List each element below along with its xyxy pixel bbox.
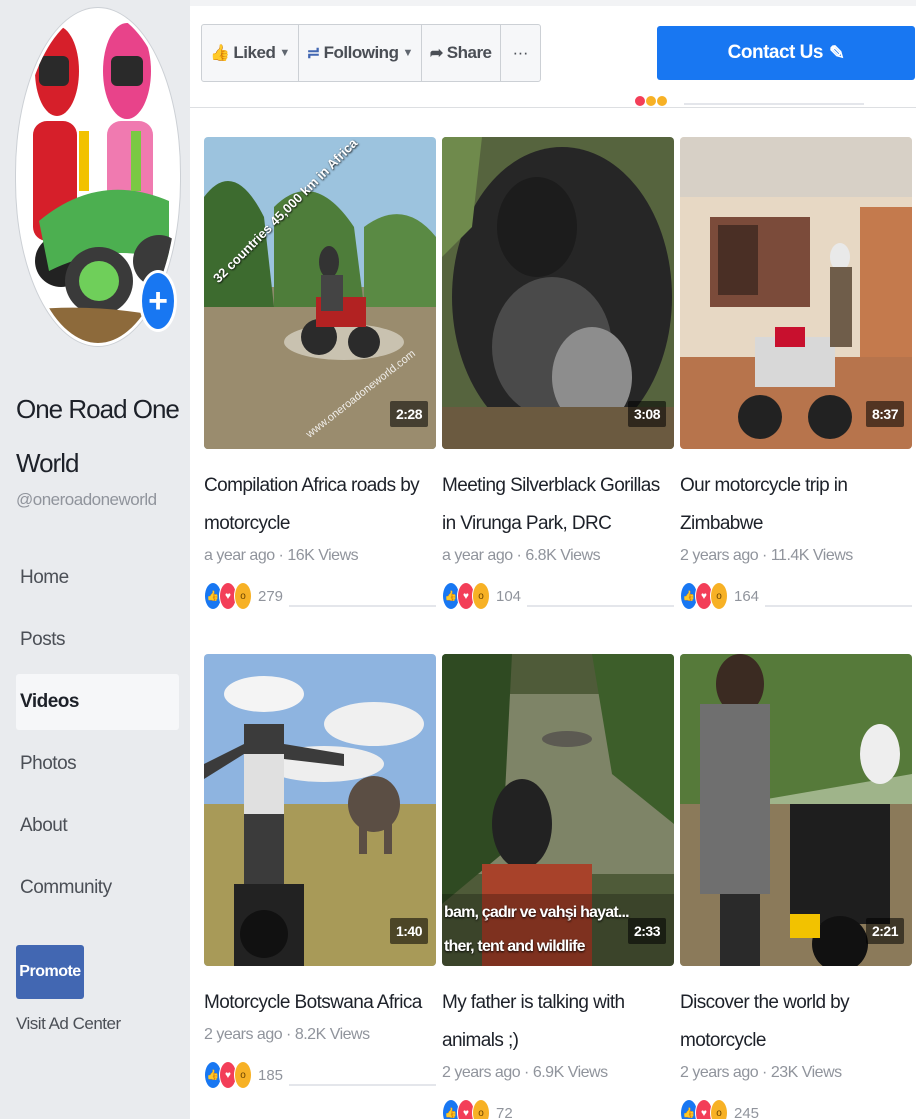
sidebar-item-home[interactable]: Home: [16, 550, 179, 606]
share-icon: ➦: [429, 45, 443, 62]
wow-reaction-icon: o: [472, 582, 490, 610]
video-duration: 1:40: [389, 918, 428, 944]
video-duration: 2:28: [389, 401, 428, 427]
add-photo-icon[interactable]: +: [139, 270, 177, 332]
sidebar-item-about[interactable]: About: [16, 798, 179, 854]
reaction-summary[interactable]: 👍 ♥ o 185: [204, 1060, 436, 1090]
reaction-count: 104: [496, 587, 522, 605]
wow-reaction-icon: o: [710, 582, 728, 610]
video-card[interactable]: 3:08 Meeting Silverblack Gorillas in Vir…: [442, 137, 674, 611]
reaction-count: 164: [734, 587, 760, 605]
chevron-down-icon: ▼: [402, 47, 413, 59]
video-card[interactable]: bam, çadır ve vahşi hayat... ther, tent …: [442, 654, 674, 1119]
video-thumbnail[interactable]: 1:40: [204, 654, 436, 966]
video-duration: 3:08: [627, 401, 666, 427]
video-title[interactable]: Compilation Africa roads by motorcycle: [204, 467, 436, 543]
video-title[interactable]: Meeting Silverblack Gorillas in Virunga …: [442, 467, 674, 543]
video-meta: a year ago · 16K Views: [204, 547, 359, 564]
reaction-summary[interactable]: 👍 ♥ o 104: [442, 581, 674, 611]
wow-reaction-icon: o: [710, 1099, 728, 1119]
video-title[interactable]: Motorcycle Botswana Africa: [204, 984, 436, 1022]
divider: [765, 605, 912, 607]
video-thumbnail[interactable]: bam, çadır ve vahşi hayat... ther, tent …: [442, 654, 674, 966]
video-meta: a year ago · 6.8K Views: [442, 547, 601, 564]
video-card[interactable]: 2:21 Discover the world by motorcycle 2 …: [680, 654, 912, 1119]
like-icon: 👍: [210, 45, 230, 62]
sidebar-item-videos[interactable]: Videos: [16, 674, 179, 730]
video-duration: 2:33: [627, 918, 666, 944]
video-subtitle-line-2: ther, tent and wildlife: [444, 938, 586, 955]
top-edge: [190, 0, 916, 6]
share-label: Share: [446, 43, 492, 62]
video-card[interactable]: 1:40 Motorcycle Botswana Africa 2 years …: [204, 654, 436, 1090]
reaction-summary[interactable]: 👍 ♥ o 164: [680, 581, 912, 611]
reaction-summary[interactable]: 👍 ♥ o 245: [680, 1098, 912, 1119]
reaction-count: 245: [734, 1104, 760, 1119]
action-button-group: 👍 Liked ▼ ≓ Following ▼ ➦ Share ···: [201, 24, 541, 82]
wow-reaction-icon: o: [234, 1061, 252, 1089]
previous-row-reactions: [635, 96, 864, 106]
following-label: Following: [323, 43, 399, 62]
page-action-bar: 👍 Liked ▼ ≓ Following ▼ ➦ Share ··· Cont…: [190, 0, 916, 108]
video-meta: 2 years ago · 8.2K Views: [204, 1026, 370, 1043]
more-button[interactable]: ···: [501, 25, 540, 81]
video-duration: 2:21: [865, 918, 904, 944]
contact-us-button[interactable]: Contact Us ✎: [657, 26, 915, 80]
visit-ad-center-link[interactable]: Visit Ad Center: [16, 1014, 121, 1034]
profile-avatar[interactable]: +: [16, 8, 180, 346]
pencil-icon: ✎: [828, 42, 845, 64]
liked-label: Liked: [233, 43, 276, 62]
video-duration: 8:37: [865, 401, 904, 427]
liked-button[interactable]: 👍 Liked ▼: [202, 25, 299, 81]
sidebar-item-photos[interactable]: Photos: [16, 736, 179, 792]
reaction-count: 72: [496, 1104, 513, 1119]
video-title[interactable]: Our motorcycle trip in Zimbabwe: [680, 467, 912, 543]
sidebar-item-community[interactable]: Community: [16, 860, 179, 916]
video-card[interactable]: 8:37 Our motorcycle trip in Zimbabwe 2 y…: [680, 137, 912, 611]
video-thumbnail[interactable]: 2:21: [680, 654, 912, 966]
divider: [289, 605, 436, 607]
wow-reaction-icon: o: [234, 582, 252, 610]
video-title[interactable]: Discover the world by motorcycle: [680, 984, 912, 1060]
video-meta: 2 years ago · 6.9K Views: [442, 1064, 608, 1081]
reaction-count: 185: [258, 1066, 284, 1084]
following-button[interactable]: ≓ Following ▼: [299, 25, 422, 81]
video-card[interactable]: 32 countries 45,000 km in Africa www.one…: [204, 137, 436, 611]
sidebar-item-posts[interactable]: Posts: [16, 612, 179, 668]
video-grid: 32 countries 45,000 km in Africa www.one…: [190, 108, 916, 1119]
reaction-summary[interactable]: 👍 ♥ o 72: [442, 1098, 674, 1119]
video-thumbnail[interactable]: 32 countries 45,000 km in Africa www.one…: [204, 137, 436, 449]
page-handle[interactable]: @oneroadoneworld: [16, 490, 157, 510]
reaction-summary[interactable]: 👍 ♥ o 279: [204, 581, 436, 611]
video-thumbnail[interactable]: 8:37: [680, 137, 912, 449]
page-name[interactable]: One Road One World: [16, 382, 181, 490]
video-title[interactable]: My father is talking with animals ;): [442, 984, 674, 1060]
contact-us-label: Contact Us: [727, 42, 824, 63]
chevron-down-icon: ▼: [279, 47, 290, 59]
video-subtitle-line-1: bam, çadır ve vahşi hayat...: [444, 904, 630, 921]
divider: [527, 605, 674, 607]
reaction-count: 279: [258, 587, 284, 605]
wow-reaction-icon: o: [472, 1099, 490, 1119]
left-sidebar: + One Road One World @oneroadoneworld Ho…: [0, 0, 188, 1119]
divider: [289, 1084, 436, 1086]
video-thumbnail[interactable]: 3:08: [442, 137, 674, 449]
video-meta: 2 years ago · 11.4K Views: [680, 547, 853, 564]
rss-icon: ≓: [306, 45, 320, 62]
share-button[interactable]: ➦ Share: [422, 25, 501, 81]
video-meta: 2 years ago · 23K Views: [680, 1064, 842, 1081]
promote-button[interactable]: Promote: [16, 945, 84, 999]
